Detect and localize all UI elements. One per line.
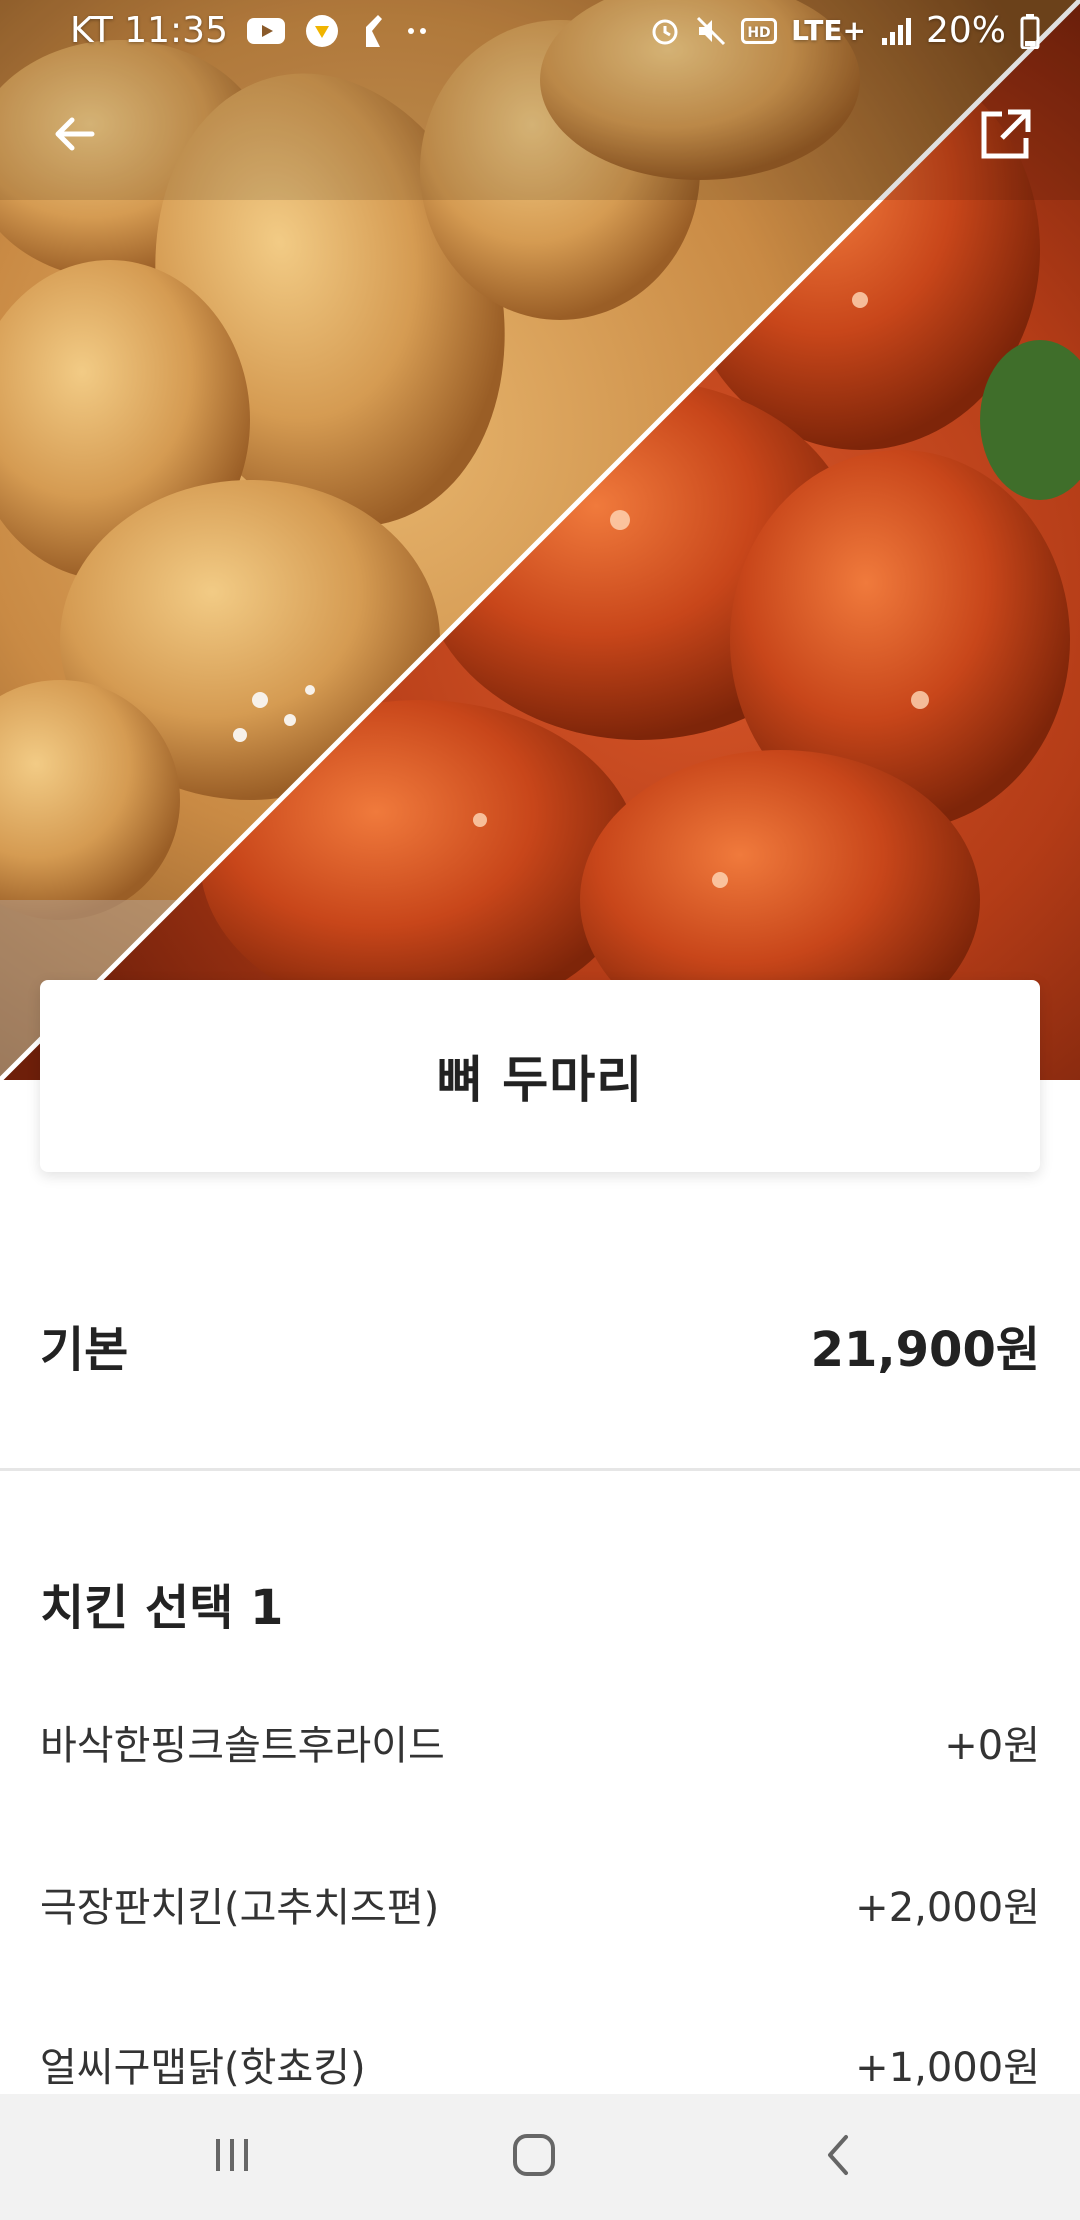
more-dots-icon: [406, 26, 430, 36]
battery-percent: 20%: [925, 10, 1006, 51]
home-icon: [510, 2131, 558, 2183]
menu-title-card: 뼈 두마리: [40, 980, 1040, 1172]
youtube-icon: [246, 16, 286, 46]
menu-hero-image: [0, 0, 1080, 1080]
option-row[interactable]: 얼씨구맵닭(핫쵸킹) +1,000원: [40, 2024, 1040, 2104]
status-carrier-time: KT 11:35: [70, 10, 228, 51]
base-price-row: 기본 21,900원: [40, 1300, 1040, 1390]
share-external-icon: [978, 106, 1034, 166]
hd-icon: HD: [741, 17, 778, 44]
option-name: 극장판치킨(고추치즈편): [40, 1885, 440, 1931]
base-price-label: 기본: [40, 1322, 129, 1378]
share-button[interactable]: [966, 96, 1046, 176]
arrow-left-icon: [48, 108, 100, 164]
svg-text:HD: HD: [747, 25, 770, 41]
app-icon: [358, 13, 388, 49]
option-row[interactable]: 극장판치킨(고추치즈편) +2,000원: [40, 1864, 1040, 1944]
section-divider: [0, 1468, 1080, 1471]
home-button[interactable]: [494, 2122, 574, 2192]
status-bar: KT 11:35 HD LTE+ 20%: [0, 0, 1080, 66]
recent-apps-icon: [210, 2135, 254, 2179]
network-label: LTE+: [791, 14, 866, 47]
alarm-icon: [649, 15, 681, 47]
menu-title: 뼈 두마리: [436, 1051, 644, 1109]
option-name: 바삭한핑크솔트후라이드: [40, 1723, 445, 1769]
system-back-button[interactable]: [798, 2122, 878, 2192]
system-nav-bar: [0, 2094, 1080, 2220]
option-row[interactable]: 바삭한핑크솔트후라이드 +0원: [40, 1702, 1040, 1782]
battery-icon: [1020, 13, 1040, 49]
mute-icon: [695, 15, 727, 47]
options-section-title: 치킨 선택 1: [40, 1580, 284, 1636]
shield-icon: [304, 13, 340, 49]
option-price: +1,000원: [855, 2045, 1040, 2091]
option-name: 얼씨구맵닭(핫쵸킹): [40, 2045, 366, 2091]
base-price-value: 21,900원: [810, 1322, 1040, 1378]
recent-apps-button[interactable]: [192, 2122, 272, 2192]
signal-icon: [880, 16, 912, 46]
back-icon: [818, 2131, 858, 2183]
option-price: +2,000원: [855, 1885, 1040, 1931]
menu-detail-screen: KT 11:35 HD LTE+ 20% 뼈 두마리 기본 21,900원 치킨…: [0, 0, 1080, 2220]
option-price: +0원: [944, 1723, 1040, 1769]
back-button[interactable]: [34, 96, 114, 176]
